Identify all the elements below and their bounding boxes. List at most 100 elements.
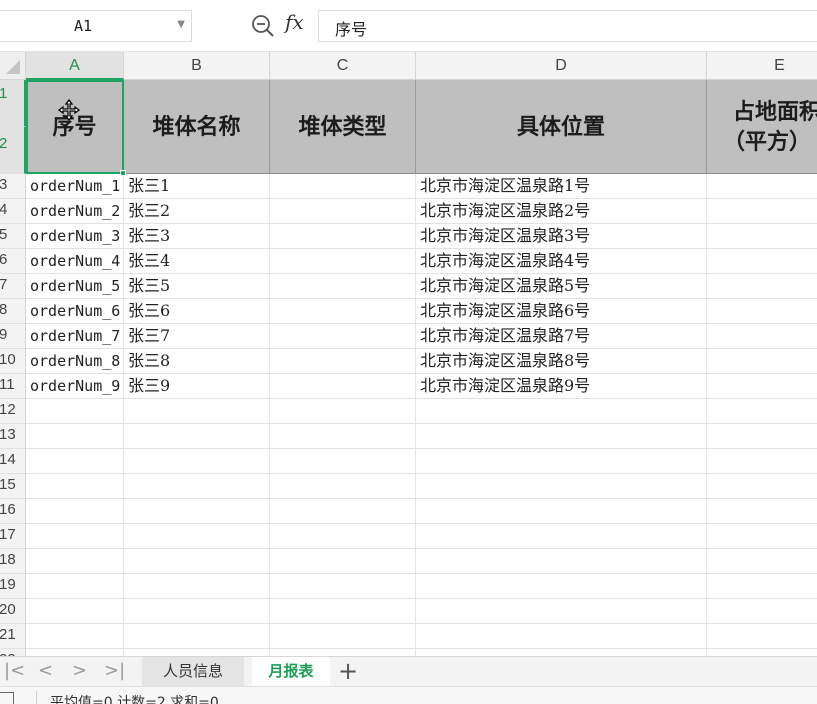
cell-b10[interactable]: 张三8 (124, 349, 270, 373)
next-sheet-icon[interactable]: > (72, 660, 87, 681)
cell-d4[interactable]: 北京市海淀区温泉路2号 (416, 199, 707, 223)
move-cursor-icon (58, 99, 80, 121)
cell-b7[interactable]: 张三5 (124, 274, 270, 298)
row-header-6[interactable]: 6 (0, 249, 26, 274)
row-number: 5 (0, 226, 7, 243)
row-number: 21 (0, 626, 16, 643)
row-header-16[interactable]: 16 (0, 499, 26, 524)
row-number: 12 (0, 401, 16, 418)
cell-a10[interactable]: orderNum_8 (26, 349, 124, 373)
row-header-13[interactable]: 13 (0, 424, 26, 449)
sheet-tab-bar: |< < > >| 人员信息 月报表 + (0, 656, 817, 687)
cell-b6[interactable]: 张三4 (124, 249, 270, 273)
row-header-3[interactable]: 3 (0, 174, 26, 199)
gridline (26, 623, 817, 624)
add-sheet-icon[interactable]: + (338, 657, 358, 685)
row-header-11[interactable]: 11 (0, 374, 26, 399)
formula-input[interactable]: 序号 (318, 10, 817, 42)
first-sheet-icon[interactable]: |< (4, 660, 25, 681)
cell-a7[interactable]: orderNum_5 (26, 274, 124, 298)
sheet-tab-monthly-report[interactable]: 月报表 (252, 657, 330, 687)
header-cell-e[interactable]: 占地面积 （平方） (707, 80, 817, 174)
header-cell-a[interactable]: 序号 (26, 80, 124, 174)
row-header-14[interactable]: 14 (0, 449, 26, 474)
sheet-tab-personnel[interactable]: 人员信息 (142, 657, 244, 687)
row-header-5[interactable]: 5 (0, 224, 26, 249)
fx-icon[interactable]: fx (285, 10, 304, 34)
cell-d6[interactable]: 北京市海淀区温泉路4号 (416, 249, 707, 273)
gridline (26, 423, 817, 424)
cell-a5[interactable]: orderNum_3 (26, 224, 124, 248)
column-header-e[interactable]: E (707, 52, 817, 80)
cell-b8[interactable]: 张三6 (124, 299, 270, 323)
prev-sheet-icon[interactable]: < (38, 660, 53, 681)
column-header-a[interactable]: A (26, 52, 124, 80)
last-sheet-icon[interactable]: >| (104, 660, 125, 681)
row-header-9[interactable]: 9 (0, 324, 26, 349)
cell-d9[interactable]: 北京市海淀区温泉路7号 (416, 324, 707, 348)
name-box[interactable]: A1 ▼ (0, 10, 192, 42)
cell-b9[interactable]: 张三7 (124, 324, 270, 348)
cell-d3[interactable]: 北京市海淀区温泉路1号 (416, 174, 707, 198)
status-summary: 平均值=0 计数=2 求和=0 (50, 695, 219, 704)
row-number: 20 (0, 601, 16, 618)
row-number: 9 (0, 326, 7, 343)
formula-bar: A1 ▼ fx 序号 (0, 0, 817, 52)
gridline (26, 598, 817, 599)
row-number: 11 (0, 376, 15, 393)
row-header-19[interactable]: 19 (0, 574, 26, 599)
name-box-value: A1 (74, 17, 93, 35)
cell-a6[interactable]: orderNum_4 (26, 249, 124, 273)
row-header-15[interactable]: 15 (0, 474, 26, 499)
row-header-1[interactable]: 1 (0, 80, 26, 127)
cell-d11[interactable]: 北京市海淀区温泉路9号 (416, 374, 707, 398)
cell-d10[interactable]: 北京市海淀区温泉路8号 (416, 349, 707, 373)
row-number: 17 (0, 526, 16, 543)
header-cell-d[interactable]: 具体位置 (416, 80, 707, 174)
cell-a4[interactable]: orderNum_2 (26, 199, 124, 223)
header-cell-c[interactable]: 堆体类型 (270, 80, 416, 174)
cell-b5[interactable]: 张三3 (124, 224, 270, 248)
cell-a3[interactable]: orderNum_1 (26, 174, 124, 198)
gridline (26, 573, 817, 574)
row-header-17[interactable]: 17 (0, 524, 26, 549)
row-header-12[interactable]: 12 (0, 399, 26, 424)
row-header-21[interactable]: 21 (0, 624, 26, 649)
column-header-d[interactable]: D (416, 52, 707, 80)
row-number: 3 (0, 176, 7, 193)
gridline (26, 498, 817, 499)
cell-b3[interactable]: 张三1 (124, 174, 270, 198)
divider (36, 691, 37, 704)
cell-b11[interactable]: 张三9 (124, 374, 270, 398)
row-number: 14 (0, 451, 16, 468)
cell-d5[interactable]: 北京市海淀区温泉路3号 (416, 224, 707, 248)
cell-d8[interactable]: 北京市海淀区温泉路6号 (416, 299, 707, 323)
row-number: 10 (0, 351, 16, 368)
row-header-18[interactable]: 18 (0, 549, 26, 574)
zoom-icon[interactable] (250, 13, 276, 39)
row-number: 19 (0, 576, 16, 593)
cell-a9[interactable]: orderNum_7 (26, 324, 124, 348)
header-cell-b[interactable]: 堆体名称 (124, 80, 270, 174)
cell-a11[interactable]: orderNum_9 (26, 374, 124, 398)
select-all-corner[interactable] (0, 52, 26, 80)
sheet-grid[interactable]: A B C D E 1 2 3 4 5 6 7 8 9 10 11 12 13 … (0, 52, 817, 656)
gridline (26, 523, 817, 524)
status-bar: 平均值=0 计数=2 求和=0 (0, 686, 817, 704)
sheet-view-icon[interactable] (0, 692, 14, 704)
column-header-c[interactable]: C (270, 52, 416, 80)
row-number: 8 (0, 301, 7, 318)
column-header-b[interactable]: B (124, 52, 270, 80)
row-header-8[interactable]: 8 (0, 299, 26, 324)
spreadsheet-app: A1 ▼ fx 序号 A B C D E 1 2 3 4 5 6 7 8 9 1… (0, 0, 817, 704)
row-header-10[interactable]: 10 (0, 349, 26, 374)
cell-a8[interactable]: orderNum_6 (26, 299, 124, 323)
chevron-down-icon[interactable]: ▼ (177, 19, 185, 30)
row-header-20[interactable]: 20 (0, 599, 26, 624)
row-header-4[interactable]: 4 (0, 199, 26, 224)
cell-d7[interactable]: 北京市海淀区温泉路5号 (416, 274, 707, 298)
row-header-22[interactable]: 22 (0, 649, 26, 656)
cell-b4[interactable]: 张三2 (124, 199, 270, 223)
row-header-7[interactable]: 7 (0, 274, 26, 299)
row-header-2[interactable]: 2 (0, 127, 26, 174)
